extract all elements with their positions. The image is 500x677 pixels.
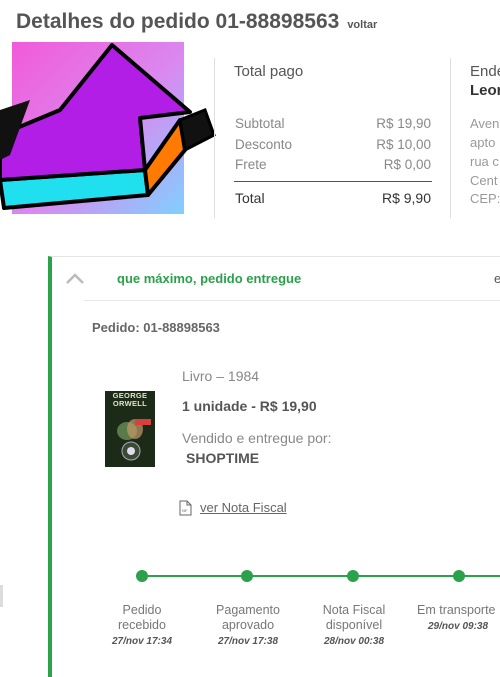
divider xyxy=(450,58,451,218)
shipping-value: R$ 0,00 xyxy=(383,157,431,172)
document-icon: NF xyxy=(179,500,192,516)
tracking-step-label: Pedido recebido xyxy=(118,603,166,632)
tracking-line xyxy=(142,575,500,577)
tracking-step-time: 28/nov 00:38 xyxy=(323,636,385,647)
tracking-step: Nota Fiscal disponível 28/nov 00:38 xyxy=(299,603,409,647)
shipping-row: Frete R$ 0,00 xyxy=(235,157,431,172)
back-link[interactable]: voltar xyxy=(347,19,377,31)
divider xyxy=(214,58,215,218)
sold-by-label: Vendido e entregue por: xyxy=(182,430,332,446)
address-line: CEP: xyxy=(470,191,500,206)
address-line: rua c xyxy=(470,154,499,169)
tracking-step-time: 27/nov 17:38 xyxy=(217,636,279,647)
tracking-step-time: 27/nov 17:34 xyxy=(111,636,173,647)
product-quantity-price: 1 unidade - R$ 19,90 xyxy=(182,398,317,414)
tracking-step-time: 29/nov 09:38 xyxy=(428,621,489,632)
address-title: Ende xyxy=(470,63,500,80)
order-status-date: e xyxy=(494,271,500,286)
tracking-step: Pagamento aprovado 27/nov 17:38 xyxy=(193,603,303,647)
order-number: Pedido: 01-88898563 xyxy=(92,320,220,335)
divider xyxy=(84,300,500,301)
subtotal-value: R$ 19,90 xyxy=(376,116,431,131)
tracking-step: Em transporte 29/nov 09:38 xyxy=(405,603,500,632)
product-name[interactable]: Livro – 1984 xyxy=(182,368,259,384)
total-value: R$ 9,90 xyxy=(381,190,431,206)
tracking-dot xyxy=(241,570,253,582)
subtotal-label: Subtotal xyxy=(235,116,285,131)
tracking-dot xyxy=(453,570,465,582)
address-line: Cent xyxy=(470,173,498,188)
chevron-up-icon[interactable] xyxy=(66,272,84,284)
subtotal-row: Subtotal R$ 19,90 xyxy=(235,116,431,131)
seller-name: SHOPTIME xyxy=(186,450,260,466)
address-name: Leor xyxy=(470,82,500,99)
discount-label: Desconto xyxy=(235,137,293,152)
tracking-step-label: Nota Fiscal disponível xyxy=(322,603,386,632)
total-separator xyxy=(234,181,432,182)
address-line: apto xyxy=(470,135,496,150)
arrow-graphic xyxy=(0,43,216,210)
total-row: Total R$ 9,90 xyxy=(235,190,431,206)
page-title: Detalhes do pedido 01-88898563 voltar xyxy=(16,10,377,34)
address-line: Aven xyxy=(470,116,500,131)
book-art xyxy=(117,419,151,461)
tracking-dot xyxy=(347,570,359,582)
discount-value: R$ 10,00 xyxy=(376,137,431,152)
svg-text:NF: NF xyxy=(182,508,188,513)
order-status: que máximo, pedido entregue xyxy=(117,271,302,286)
payment-title: Total pago xyxy=(234,63,304,80)
tracking-step: Pedido recebido 27/nov 17:34 xyxy=(87,603,197,647)
shipping-label: Frete xyxy=(235,157,267,172)
invoice-link[interactable]: ver Nota Fiscal xyxy=(200,500,287,515)
tracking-step-label: Pagamento aprovado xyxy=(216,603,280,632)
tracking-step-label: Em transporte xyxy=(417,603,496,617)
product-image[interactable]: GEORGE ORWELL xyxy=(105,391,155,467)
scroll-indicator xyxy=(0,585,3,607)
total-label: Total xyxy=(235,190,265,206)
discount-row: Desconto R$ 10,00 xyxy=(235,137,431,152)
page-title-text: Detalhes do pedido 01-88898563 xyxy=(16,10,340,33)
tracking-dot xyxy=(136,570,148,582)
